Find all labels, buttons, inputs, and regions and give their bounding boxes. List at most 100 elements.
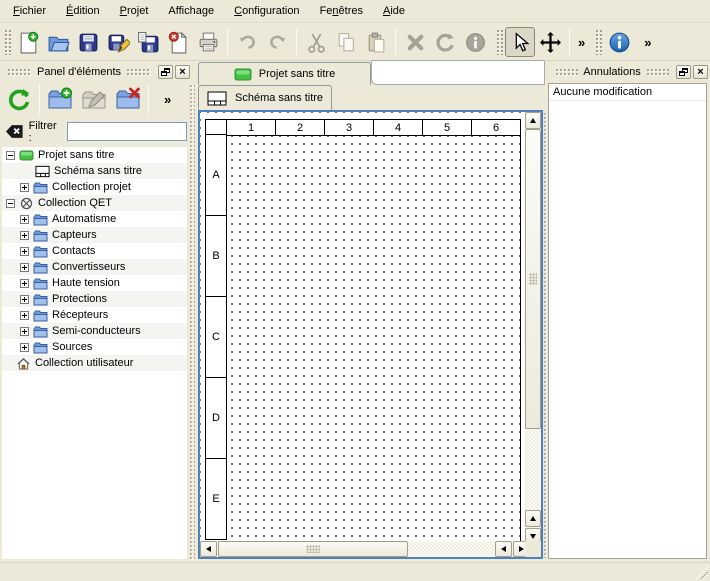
dock-overflow-chevron[interactable]: » xyxy=(160,92,175,107)
vertical-scrollbar[interactable] xyxy=(525,112,541,545)
copy-button[interactable] xyxy=(331,27,361,57)
scroll-left-button[interactable] xyxy=(495,541,512,557)
dock-float-button[interactable] xyxy=(158,65,173,79)
collapse-toggle[interactable] xyxy=(6,151,15,160)
dock-close-button[interactable]: × xyxy=(693,65,708,79)
save-button[interactable] xyxy=(73,27,103,57)
delete-category-button[interactable] xyxy=(111,82,145,116)
menu-label: ide xyxy=(390,5,405,17)
left-splitter-handle[interactable] xyxy=(189,84,195,560)
horizontal-scrollbar[interactable] xyxy=(200,541,529,557)
toolbar-drag-handle[interactable] xyxy=(595,29,602,55)
expand-toggle[interactable] xyxy=(20,295,29,304)
tree-item-haute-tension[interactable]: Haute tension xyxy=(2,275,187,291)
tree-item-capteurs[interactable]: Capteurs xyxy=(2,227,187,243)
scroll-left-button[interactable] xyxy=(200,541,217,557)
toolbar-separator xyxy=(39,84,40,114)
menu-label: Fe xyxy=(320,5,333,17)
element-infos-button[interactable] xyxy=(460,27,490,57)
scroll-up-button[interactable] xyxy=(525,112,541,129)
print-button[interactable] xyxy=(193,27,223,57)
menu-edition[interactable]: Édition xyxy=(56,1,110,21)
tree-item-protections[interactable]: Protections xyxy=(2,291,187,307)
expand-toggle[interactable] xyxy=(20,215,29,224)
expand-toggle[interactable] xyxy=(20,343,29,352)
collapse-toggle[interactable] xyxy=(6,199,15,208)
dock-close-button[interactable]: × xyxy=(175,65,190,79)
menu-affichage[interactable]: Affichage xyxy=(158,1,224,21)
tree-item-contacts[interactable]: Contacts xyxy=(2,243,187,259)
tree-item-collection-utilisateur[interactable]: Collection utilisateur xyxy=(2,355,187,371)
status-bar xyxy=(0,562,710,581)
undo-history-list[interactable]: Aucune modification xyxy=(548,83,707,559)
project-tab-label: Projet sans titre xyxy=(259,68,335,80)
main-toolbar: » » xyxy=(0,24,710,61)
filter-input[interactable] xyxy=(67,122,187,141)
toolbar-overflow-chevron[interactable]: » xyxy=(640,35,655,50)
undo-list-item[interactable]: Aucune modification xyxy=(549,84,706,101)
frame-border xyxy=(520,119,521,541)
dock-float-button[interactable] xyxy=(676,65,691,79)
save-as-button[interactable] xyxy=(103,27,133,57)
tree-item-automatisme[interactable]: Automatisme xyxy=(2,211,187,227)
schema-tab[interactable]: Schéma sans titre xyxy=(198,85,332,110)
up-arrow-icon xyxy=(530,516,536,521)
frame-row-label: E xyxy=(205,458,227,540)
delete-button[interactable] xyxy=(400,27,430,57)
expand-toggle[interactable] xyxy=(20,263,29,272)
redo-button[interactable] xyxy=(262,27,292,57)
new-category-button[interactable] xyxy=(43,82,77,116)
menu-fichier[interactable]: Fichier xyxy=(3,1,56,21)
cut-button[interactable] xyxy=(301,27,331,57)
tree-item-schema-sans-titre[interactable]: Schéma sans titre xyxy=(2,163,187,179)
undo-dock-titlebar[interactable]: Annulations × xyxy=(550,64,708,80)
edit-category-button[interactable] xyxy=(77,82,111,116)
reload-collections-button[interactable] xyxy=(2,82,36,116)
tree-item-projet-sans-titre[interactable]: Projet sans titre xyxy=(2,147,187,163)
toolbar-overflow-chevron[interactable]: » xyxy=(574,35,589,50)
window-resize-grip[interactable] xyxy=(695,566,708,579)
folder-icon xyxy=(32,181,48,194)
tree-item-collection-qet[interactable]: Collection QET xyxy=(2,195,187,211)
clear-filter-icon[interactable] xyxy=(5,124,24,139)
toolbar-drag-handle[interactable] xyxy=(496,29,503,55)
toolbar-drag-handle[interactable] xyxy=(4,29,11,55)
expand-toggle[interactable] xyxy=(20,231,29,240)
scroll-up-button[interactable] xyxy=(525,510,541,527)
tree-item-recepteurs[interactable]: Récepteurs xyxy=(2,307,187,323)
expand-toggle[interactable] xyxy=(20,327,29,336)
tree-item-semi-conducteurs[interactable]: Semi-conducteurs xyxy=(2,323,187,339)
menu-label: e xyxy=(208,5,214,17)
vertical-scrollbar-thumb[interactable] xyxy=(525,129,541,429)
open-file-button[interactable] xyxy=(43,27,73,57)
save-all-button[interactable] xyxy=(133,27,163,57)
paste-button[interactable] xyxy=(361,27,391,57)
menu-configuration[interactable]: Configuration xyxy=(224,1,309,21)
selection-mode-button[interactable] xyxy=(505,27,535,57)
expand-toggle[interactable] xyxy=(20,279,29,288)
expand-toggle[interactable] xyxy=(20,247,29,256)
elements-panel-titlebar[interactable]: Panel d'éléments × xyxy=(2,64,190,80)
project-tab[interactable]: Projet sans titre xyxy=(198,62,371,85)
menu-fenetres[interactable]: Fenêtres xyxy=(310,1,373,21)
menu-projet[interactable]: Projet xyxy=(110,1,159,21)
new-document-button[interactable] xyxy=(13,27,43,57)
horizontal-scrollbar-thumb[interactable] xyxy=(218,541,408,557)
schema-canvas[interactable]: 1 2 3 4 5 6 A B C D E xyxy=(200,112,525,541)
tree-item-collection-projet[interactable]: Collection projet xyxy=(2,179,187,195)
rotate-button[interactable] xyxy=(430,27,460,57)
tree-item-convertisseurs[interactable]: Convertisseurs xyxy=(2,259,187,275)
expand-toggle[interactable] xyxy=(20,311,29,320)
tree-item-sources[interactable]: Sources xyxy=(2,339,187,355)
close-file-button[interactable] xyxy=(163,27,193,57)
expand-toggle[interactable] xyxy=(20,183,29,192)
about-info-button[interactable] xyxy=(604,27,634,57)
info-icon xyxy=(608,31,631,54)
menu-label: Afficha xyxy=(168,5,201,17)
undo-button[interactable] xyxy=(232,27,262,57)
toolbar-separator xyxy=(148,84,149,114)
dock-title-grip xyxy=(7,68,32,76)
menu-aide[interactable]: Aide xyxy=(373,1,415,21)
visualisation-mode-button[interactable] xyxy=(535,27,565,57)
undo-dock-title: Annulations xyxy=(583,66,641,78)
